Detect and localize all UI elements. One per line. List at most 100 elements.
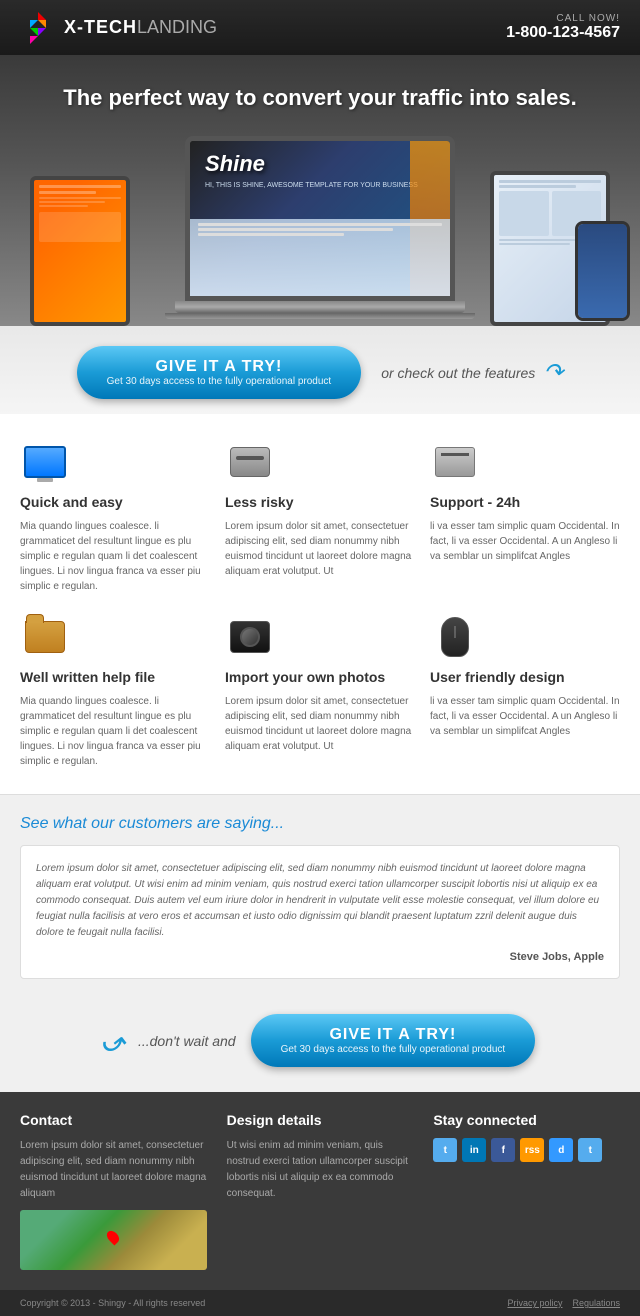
feature-text: Mia quando lingues coalesce. li grammati… bbox=[20, 519, 210, 594]
feature-text: Lorem ipsum dolor sit amet, consectetuer… bbox=[225, 694, 415, 754]
call-label: CALL NOW! bbox=[506, 13, 620, 24]
footer-copyright: Copyright © 2013 - Shingy - All rights r… bbox=[20, 1298, 205, 1308]
logo-area: X-TECHLANDING bbox=[20, 10, 217, 46]
cta-alt: or check out the features ↷ bbox=[381, 358, 563, 387]
feature-title: Well written help file bbox=[20, 669, 210, 685]
feature-header bbox=[430, 614, 620, 659]
phone bbox=[575, 221, 630, 321]
feature-icon-box bbox=[430, 614, 480, 659]
testimonial-headline: See what our customers are saying... bbox=[20, 815, 620, 833]
logo-icon bbox=[20, 10, 56, 46]
cta2-main-text: GIVE IT A TRY! bbox=[281, 1026, 506, 1044]
cta-section: GIVE IT A TRY! Get 30 days access to the… bbox=[0, 326, 640, 414]
laptop: Shine HI, THIS IS SHINE, AWESOME TEMPLAT… bbox=[165, 136, 475, 326]
call-number: 1-800-123-4567 bbox=[506, 24, 620, 42]
testimonial-section: See what our customers are saying... Lor… bbox=[0, 795, 640, 999]
feature-text: li va esser tam simplic quam Occidental.… bbox=[430, 519, 620, 564]
rss-icon[interactable]: rss bbox=[520, 1138, 544, 1162]
feature-user-friendly: User friendly design li va esser tam sim… bbox=[430, 614, 620, 769]
feature-support: Support - 24h li va esser tam simplic qu… bbox=[430, 439, 620, 594]
cta2-sub-text: Get 30 days access to the fully operatio… bbox=[281, 1044, 506, 1055]
feature-title: Import your own photos bbox=[225, 669, 415, 685]
laptop-screen: Shine HI, THIS IS SHINE, AWESOME TEMPLAT… bbox=[185, 136, 455, 301]
footer-contact-title: Contact bbox=[20, 1112, 207, 1128]
footer-design: Design details Ut wisi enim ad minim ven… bbox=[227, 1112, 414, 1270]
dont-wait-text: ...don't wait and bbox=[138, 1033, 236, 1049]
mouse-icon bbox=[441, 617, 469, 657]
feature-title: Quick and easy bbox=[20, 494, 210, 510]
laptop-base bbox=[175, 301, 465, 313]
call-area: CALL NOW! 1-800-123-4567 bbox=[506, 13, 620, 42]
testimonial-author: Steve Jobs, Apple bbox=[36, 951, 604, 963]
privacy-policy-link[interactable]: Privacy policy bbox=[507, 1298, 562, 1308]
cta-sub-text: Get 30 days access to the fully operatio… bbox=[107, 376, 332, 387]
arrow-curve-icon: ↷ bbox=[543, 358, 563, 387]
feature-less-risky: Less risky Lorem ipsum dolor sit amet, c… bbox=[225, 439, 415, 594]
footer-map bbox=[20, 1210, 207, 1270]
footer-top: Contact Lorem ipsum dolor sit amet, cons… bbox=[0, 1092, 640, 1290]
twitter-icon[interactable]: t bbox=[433, 1138, 457, 1162]
laptop-screen-inner: Shine HI, THIS IS SHINE, AWESOME TEMPLAT… bbox=[190, 141, 450, 296]
feature-header bbox=[225, 439, 415, 484]
tablet-left-screen bbox=[34, 180, 126, 322]
regulations-link[interactable]: Regulations bbox=[572, 1298, 620, 1308]
feature-header bbox=[430, 439, 620, 484]
map-pin-icon bbox=[105, 1229, 122, 1246]
feature-icon-box bbox=[20, 439, 70, 484]
facebook-icon[interactable]: f bbox=[491, 1138, 515, 1162]
header: X-TECHLANDING CALL NOW! 1-800-123-4567 bbox=[0, 0, 640, 55]
footer-design-text: Ut wisi enim ad minim veniam, quis nostr… bbox=[227, 1138, 414, 1202]
feature-icon-box bbox=[225, 614, 275, 659]
hero-headline: The perfect way to convert your traffic … bbox=[0, 75, 640, 126]
footer-contact-text: Lorem ipsum dolor sit amet, consectetuer… bbox=[20, 1138, 207, 1202]
hero-section: The perfect way to convert your traffic … bbox=[0, 55, 640, 326]
screen-sub-text: HI, THIS IS SHINE, AWESOME TEMPLATE FOR … bbox=[205, 181, 418, 191]
phone-screen bbox=[578, 224, 627, 318]
logo-text: X-TECHLANDING bbox=[64, 17, 217, 38]
feature-icon-box bbox=[20, 614, 70, 659]
cta-main-button[interactable]: GIVE IT A TRY! Get 30 days access to the… bbox=[77, 346, 362, 399]
delicious-icon[interactable]: d bbox=[549, 1138, 573, 1162]
feature-title: Less risky bbox=[225, 494, 415, 510]
feature-title: User friendly design bbox=[430, 669, 620, 685]
laptop-foot bbox=[165, 313, 475, 319]
devices-container: Shine HI, THIS IS SHINE, AWESOME TEMPLAT… bbox=[0, 126, 640, 326]
cta-alt-text: or check out the features bbox=[381, 365, 535, 381]
feature-text: li va esser tam simplic quam Occidental.… bbox=[430, 694, 620, 739]
feature-icon-box bbox=[225, 439, 275, 484]
feature-help-file: Well written help file Mia quando lingue… bbox=[20, 614, 210, 769]
cta2-section: ↶ ...don't wait and GIVE IT A TRY! Get 3… bbox=[0, 999, 640, 1092]
linkedin-icon[interactable]: in bbox=[462, 1138, 486, 1162]
screen-shine-text: Shine bbox=[205, 151, 265, 177]
monitor-icon bbox=[24, 446, 66, 478]
folder-icon bbox=[25, 621, 65, 653]
arrow-curve2-icon: ↶ bbox=[105, 1023, 130, 1058]
social-icons-group: t in f rss d t bbox=[433, 1138, 620, 1162]
feature-quick-easy: Quick and easy Mia quando lingues coales… bbox=[20, 439, 210, 594]
camera-icon bbox=[230, 621, 270, 653]
cta-main-text: GIVE IT A TRY! bbox=[107, 358, 332, 376]
footer-social: Stay connected t in f rss d t bbox=[433, 1112, 620, 1270]
cta2-button[interactable]: GIVE IT A TRY! Get 30 days access to the… bbox=[251, 1014, 536, 1067]
support-icon bbox=[435, 447, 475, 477]
footer-contact: Contact Lorem ipsum dolor sit amet, cons… bbox=[20, 1112, 207, 1270]
features-section: Quick and easy Mia quando lingues coales… bbox=[0, 414, 640, 794]
hdd-icon bbox=[230, 447, 270, 477]
feature-header bbox=[20, 439, 210, 484]
feature-icon-box bbox=[430, 439, 480, 484]
tablet-left bbox=[30, 176, 130, 326]
dont-wait: ↶ ...don't wait and bbox=[105, 1023, 236, 1058]
footer-social-title: Stay connected bbox=[433, 1112, 620, 1128]
tablet-left-content bbox=[34, 180, 126, 247]
footer-links: Privacy policy Regulations bbox=[507, 1298, 620, 1308]
feature-header bbox=[20, 614, 210, 659]
feature-header bbox=[225, 614, 415, 659]
feature-photos: Import your own photos Lorem ipsum dolor… bbox=[225, 614, 415, 769]
footer-bottom: Copyright © 2013 - Shingy - All rights r… bbox=[0, 1290, 640, 1316]
testimonial-box: Lorem ipsum dolor sit amet, consectetuer… bbox=[20, 845, 620, 979]
twitter2-icon[interactable]: t bbox=[578, 1138, 602, 1162]
testimonial-text: Lorem ipsum dolor sit amet, consectetuer… bbox=[36, 861, 604, 941]
feature-title: Support - 24h bbox=[430, 494, 620, 510]
feature-text: Mia quando lingues coalesce. li grammati… bbox=[20, 694, 210, 769]
footer-design-title: Design details bbox=[227, 1112, 414, 1128]
